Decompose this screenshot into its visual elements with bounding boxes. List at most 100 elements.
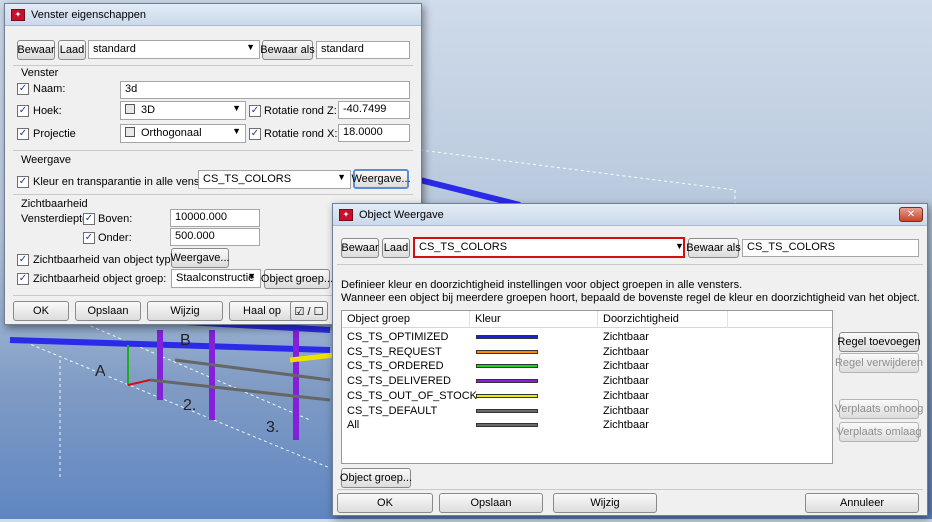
weergave-section-label: Weergave xyxy=(21,154,71,166)
bewaar-als-button[interactable]: Bewaar als xyxy=(260,40,315,60)
hoek-label: Hoek: xyxy=(33,105,62,117)
preset-select[interactable]: CS_TS_COLORS xyxy=(413,237,685,258)
bewaar-button[interactable]: Bewaar xyxy=(17,40,55,60)
bewaar-als-input[interactable]: standard xyxy=(316,41,410,59)
verplaats-omlaag-button[interactable]: Verplaats omlaag xyxy=(837,422,922,442)
footer-divider xyxy=(337,489,923,490)
laad-button[interactable]: Laad xyxy=(58,40,86,60)
venster-dialog-titlebar[interactable]: ✦ Venster eigenschappen xyxy=(5,4,421,26)
color-swatch[interactable] xyxy=(476,423,538,428)
table-row[interactable]: CS_TS_OPTIMIZED Zichtbaar xyxy=(342,330,832,345)
section-divider xyxy=(13,194,413,195)
close-icon[interactable]: ✕ xyxy=(899,207,923,222)
boven-input[interactable]: 10000.000 xyxy=(170,209,260,227)
onder-label: Onder: xyxy=(98,232,132,244)
opslaan-button[interactable]: Opslaan xyxy=(439,493,543,513)
column-header-doorzichtigheid[interactable]: Doorzichtigheid xyxy=(598,311,728,328)
object-group-name: CS_TS_OUT_OF_STOCK xyxy=(347,389,477,402)
ok-button[interactable]: OK xyxy=(337,493,433,513)
object-group-table[interactable]: Object groep Kleur Doorzichtigheid CS_TS… xyxy=(341,310,833,464)
rotatie-x-input[interactable]: 18.0000 xyxy=(338,124,410,142)
kleur-checkbox[interactable]: ✓ xyxy=(17,176,29,188)
object-dialog-title: Object Weergave xyxy=(359,208,444,221)
color-swatch[interactable] xyxy=(476,393,538,398)
table-row[interactable]: CS_TS_ORDERED Zichtbaar xyxy=(342,359,832,374)
zicht-groep-checkbox[interactable]: ✓ xyxy=(17,273,29,285)
column-header-kleur[interactable]: Kleur xyxy=(470,311,598,328)
haal-op-button[interactable]: Haal op xyxy=(229,301,295,321)
visibility-value[interactable]: Zichtbaar xyxy=(603,374,649,389)
bewaar-button[interactable]: Bewaar xyxy=(341,238,379,258)
projectie-select[interactable]: Orthogonaal ▼ xyxy=(120,124,246,143)
color-swatch[interactable] xyxy=(476,349,538,354)
opslaan-button[interactable]: Opslaan xyxy=(75,301,141,321)
zicht-groep-label: Zichtbaarheid object groep: xyxy=(33,273,167,285)
object-dialog-titlebar[interactable]: ✦ Object Weergave xyxy=(333,204,927,226)
visibility-value[interactable]: Zichtbaar xyxy=(603,418,649,433)
visibility-value[interactable]: Zichtbaar xyxy=(603,404,649,419)
object-group-name: CS_TS_DELIVERED xyxy=(347,375,451,388)
tekla-app-icon: ✦ xyxy=(11,8,25,21)
zichtbaarheid-section-label: Zichtbaarheid xyxy=(21,198,88,210)
cube-icon xyxy=(125,127,135,137)
boven-label: Boven: xyxy=(98,213,133,225)
table-row[interactable]: CS_TS_DEFAULT Zichtbaar xyxy=(342,404,832,419)
wijzig-button[interactable]: Wijzig xyxy=(553,493,657,513)
laad-button[interactable]: Laad xyxy=(382,238,410,258)
regel-verwijderen-button[interactable]: Regel verwijderen xyxy=(835,353,923,373)
grid-label-3: 3. xyxy=(266,419,279,436)
table-row[interactable]: All Zichtbaar xyxy=(342,418,832,433)
object-groep-button[interactable]: Object groep... xyxy=(261,269,333,289)
object-weergave-dialog: ✦ Object Weergave ✕ Bewaar Laad CS_TS_CO… xyxy=(332,203,928,516)
hoek-checkbox[interactable]: ✓ xyxy=(17,105,29,117)
ok-button[interactable]: OK xyxy=(13,301,69,321)
annuleer-button[interactable]: Annuleer xyxy=(805,493,919,513)
regel-toevoegen-button[interactable]: Regel toevoegen xyxy=(837,332,921,352)
wijzig-button[interactable]: Wijzig xyxy=(147,301,223,321)
naam-input[interactable]: 3d xyxy=(120,81,410,99)
object-group-name: CS_TS_ORDERED xyxy=(347,360,444,373)
onder-input[interactable]: 500.000 xyxy=(170,228,260,246)
info-line-1: Definieer kleur en doorzichtigheid inste… xyxy=(341,279,743,291)
onder-checkbox[interactable]: ✓ xyxy=(83,232,95,244)
boven-checkbox[interactable]: ✓ xyxy=(83,213,95,225)
visibility-value[interactable]: Zichtbaar xyxy=(603,345,649,360)
zicht-types-checkbox[interactable]: ✓ xyxy=(17,254,29,266)
weergave-button[interactable]: Weergave... xyxy=(351,169,411,189)
projectie-checkbox[interactable]: ✓ xyxy=(17,128,29,140)
toolbar-divider xyxy=(13,65,413,66)
visibility-value[interactable]: Zichtbaar xyxy=(603,359,649,374)
table-row[interactable]: CS_TS_OUT_OF_STOCK Zichtbaar xyxy=(342,389,832,404)
venster-section-label: Venster xyxy=(21,67,59,79)
rotatie-z-label: Rotatie rond Z: xyxy=(264,105,337,117)
color-swatch[interactable] xyxy=(476,364,538,369)
column-header-object-groep[interactable]: Object groep xyxy=(342,311,470,328)
visibility-value[interactable]: Zichtbaar xyxy=(603,389,649,404)
color-swatch[interactable] xyxy=(476,408,538,413)
rotatie-z-checkbox[interactable]: ✓ xyxy=(249,105,261,117)
tekla-app-icon: ✦ xyxy=(339,208,353,221)
table-header: Object groep Kleur Doorzichtigheid xyxy=(342,311,832,328)
naam-checkbox[interactable]: ✓ xyxy=(17,83,29,95)
bewaar-als-input[interactable]: CS_TS_COLORS xyxy=(742,239,919,257)
hoek-select[interactable]: 3D ▼ xyxy=(120,101,246,120)
zicht-groep-select[interactable]: Staalconstructie ▼ xyxy=(171,269,261,288)
toggle-all-button[interactable]: ☑ / ☐ xyxy=(290,301,328,321)
rotatie-x-checkbox[interactable]: ✓ xyxy=(249,128,261,140)
visibility-value[interactable]: Zichtbaar xyxy=(603,330,649,345)
object-groep-button[interactable]: Object groep... xyxy=(340,468,412,488)
bewaar-als-button[interactable]: Bewaar als xyxy=(686,238,741,258)
vensterdiepte-label: Vensterdiepte: xyxy=(21,213,92,225)
chevron-down-icon: ▼ xyxy=(337,172,346,182)
preset-select[interactable]: standard ▼ xyxy=(88,40,260,59)
verplaats-omhoog-button[interactable]: Verplaats omhoog xyxy=(835,399,923,419)
table-row[interactable]: CS_TS_REQUEST Zichtbaar xyxy=(342,345,832,360)
color-swatch[interactable] xyxy=(476,379,538,384)
chevron-down-icon[interactable]: ▼ xyxy=(675,241,684,251)
table-row[interactable]: CS_TS_DELIVERED Zichtbaar xyxy=(342,374,832,389)
rotatie-z-input[interactable]: -40.7499 xyxy=(338,101,410,119)
kleur-select-value: CS_TS_COLORS xyxy=(203,173,292,185)
kleur-select[interactable]: CS_TS_COLORS ▼ xyxy=(198,170,351,189)
zicht-types-weergave-button[interactable]: Weergave... xyxy=(170,248,230,268)
color-swatch[interactable] xyxy=(476,335,538,339)
